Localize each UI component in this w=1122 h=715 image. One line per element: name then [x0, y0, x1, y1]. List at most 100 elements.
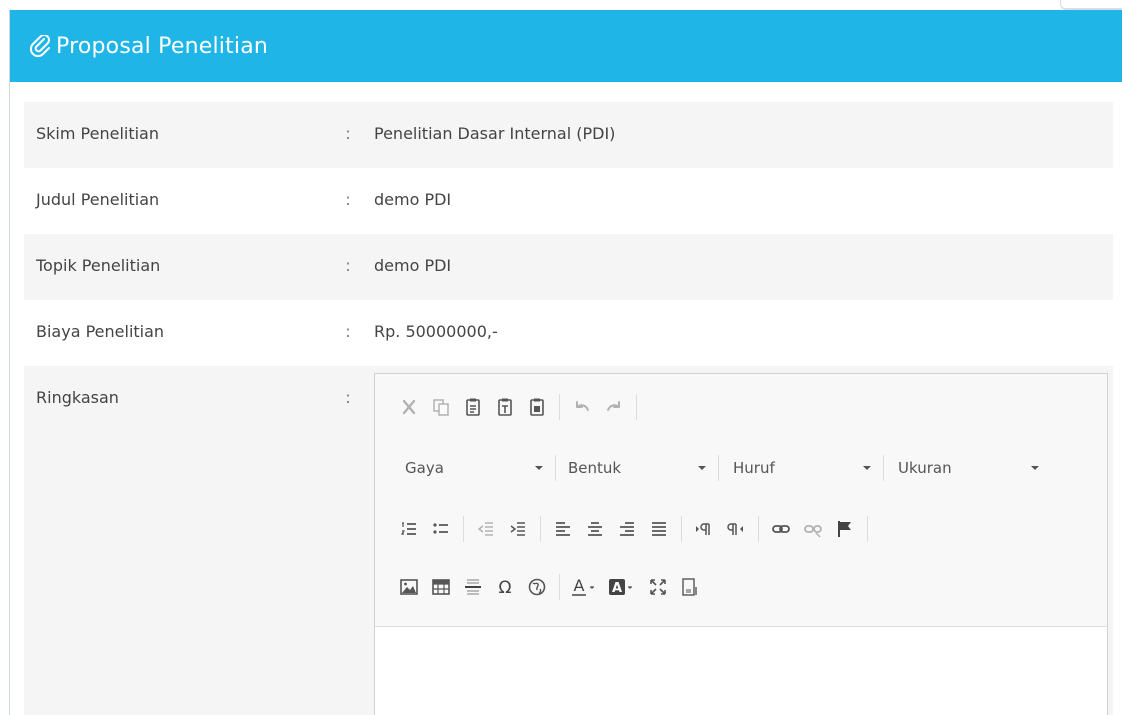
- cut-button[interactable]: [393, 392, 425, 422]
- toolbar-separator: [463, 516, 464, 542]
- ltr-button[interactable]: [688, 514, 720, 544]
- field-colon: :: [345, 388, 351, 407]
- horizontal-line-button[interactable]: [457, 572, 489, 602]
- field-colon: :: [345, 124, 351, 143]
- outdent-button[interactable]: [470, 514, 502, 544]
- table-button[interactable]: [425, 572, 457, 602]
- top-strip: [0, 0, 1122, 10]
- format-combo[interactable]: Bentuk: [568, 452, 718, 484]
- anchor-button[interactable]: [829, 514, 861, 544]
- field-label: Topik Penelitian: [36, 256, 161, 275]
- editor-content-area[interactable]: [375, 627, 1107, 715]
- bulleted-list-button[interactable]: [425, 514, 457, 544]
- indent-button[interactable]: [502, 514, 534, 544]
- text-direction-rtl-icon: [727, 523, 743, 535]
- font-combo[interactable]: Huruf: [733, 452, 883, 484]
- row-skim: Skim Penelitian : Penelitian Dasar Inter…: [24, 102, 1113, 168]
- toolbar-separator: [883, 455, 884, 481]
- field-value: Rp. 50000000,-: [374, 322, 498, 341]
- globe-icon: [528, 578, 546, 596]
- show-blocks-button[interactable]: [674, 572, 706, 602]
- toolbar-separator: [636, 394, 637, 420]
- field-value: demo PDI: [374, 256, 452, 275]
- style-combo[interactable]: Gaya: [405, 452, 555, 484]
- toolbar-separator: [718, 455, 719, 481]
- field-label: Judul Penelitian: [36, 190, 160, 209]
- paste-icon: [466, 398, 480, 416]
- background-color-icon: A: [609, 579, 632, 596]
- numbered-list-icon: [400, 522, 416, 535]
- paste-button[interactable]: [457, 392, 489, 422]
- align-center-button[interactable]: [579, 514, 611, 544]
- toolbar-row-clipboard: [393, 391, 643, 423]
- iframe-button[interactable]: [521, 572, 553, 602]
- text-color-icon: A: [572, 577, 594, 596]
- align-left-button[interactable]: [547, 514, 579, 544]
- row-biaya: Biaya Penelitian : Rp. 50000000,-: [24, 300, 1113, 366]
- field-label: Skim Penelitian: [36, 124, 159, 143]
- text-direction-ltr-icon: [696, 523, 710, 535]
- table-icon: [432, 579, 450, 595]
- format-combo-label: Bentuk: [568, 459, 622, 477]
- toolbar-separator: [540, 516, 541, 542]
- size-combo[interactable]: Ukuran: [898, 452, 1043, 484]
- horizontal-line-icon: [465, 579, 481, 595]
- background-color-button[interactable]: A: [604, 572, 642, 602]
- paste-text-button[interactable]: [489, 392, 521, 422]
- toolbar-separator: [555, 455, 556, 481]
- indent-icon: [510, 522, 525, 536]
- toolbar-row-paragraph: [393, 513, 874, 545]
- field-label: Ringkasan: [36, 388, 119, 407]
- maximize-button[interactable]: [642, 572, 674, 602]
- chevron-down-icon: [535, 466, 543, 470]
- paste-word-button[interactable]: [521, 392, 553, 422]
- text-color-button[interactable]: A: [566, 572, 604, 602]
- top-right-corner: [1060, 0, 1122, 10]
- toolbar-separator: [559, 574, 560, 600]
- toolbar-separator: [867, 516, 868, 542]
- justify-button[interactable]: [643, 514, 675, 544]
- numbered-list-button[interactable]: [393, 514, 425, 544]
- link-button[interactable]: [765, 514, 797, 544]
- redo-icon: [607, 401, 620, 411]
- chevron-down-icon: [1031, 466, 1039, 470]
- row-judul: Judul Penelitian : demo PDI: [24, 168, 1113, 234]
- outdent-icon: [477, 522, 493, 536]
- show-blocks-icon: [682, 578, 697, 596]
- paste-word-icon: [530, 398, 544, 416]
- align-right-icon: [620, 522, 634, 536]
- redo-button[interactable]: [598, 392, 630, 422]
- row-topik: Topik Penelitian : demo PDI: [24, 234, 1113, 300]
- rich-text-editor: Gaya Bentuk Huruf Ukuran Ω A A: [374, 373, 1108, 715]
- rtl-button[interactable]: [720, 514, 752, 544]
- maximize-icon: [650, 579, 666, 595]
- size-combo-label: Ukuran: [898, 459, 952, 477]
- toolbar-separator: [758, 516, 759, 542]
- undo-button[interactable]: [566, 392, 598, 422]
- font-combo-label: Huruf: [733, 459, 775, 477]
- image-button[interactable]: [393, 572, 425, 602]
- svg-text:A: A: [574, 577, 585, 595]
- toolbar-row-insert: Ω A A: [393, 571, 706, 603]
- unlink-icon: [804, 525, 822, 538]
- bulleted-list-icon: [433, 523, 448, 534]
- copy-button[interactable]: [425, 392, 457, 422]
- field-value: demo PDI: [374, 190, 452, 209]
- field-colon: :: [345, 322, 351, 341]
- scissors-icon: [402, 399, 416, 415]
- svg-text:A: A: [612, 581, 622, 596]
- omega-icon: Ω: [499, 578, 512, 597]
- align-right-button[interactable]: [611, 514, 643, 544]
- field-value: Penelitian Dasar Internal (PDI): [374, 124, 616, 143]
- chevron-down-icon: [698, 466, 706, 470]
- svg-text:Ω: Ω: [499, 578, 512, 597]
- paperclip-icon: [30, 35, 52, 57]
- special-char-button[interactable]: Ω: [489, 572, 521, 602]
- align-center-icon: [588, 522, 602, 536]
- field-colon: :: [345, 190, 351, 209]
- toolbar-separator: [559, 394, 560, 420]
- unlink-button[interactable]: [797, 514, 829, 544]
- field-label: Biaya Penelitian: [36, 322, 165, 341]
- paste-text-icon: [498, 398, 512, 416]
- style-combo-label: Gaya: [405, 459, 444, 477]
